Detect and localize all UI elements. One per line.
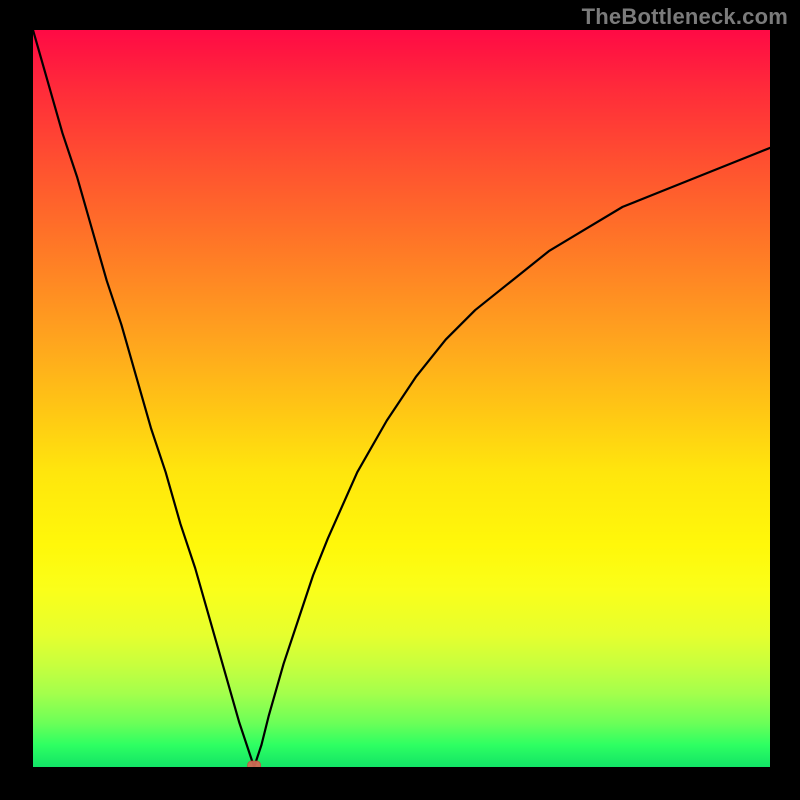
watermark-text: TheBottleneck.com <box>582 4 788 30</box>
chart-frame: TheBottleneck.com <box>0 0 800 800</box>
curve-layer <box>33 30 770 767</box>
curve-min-marker <box>248 761 261 767</box>
plot-area <box>33 30 770 767</box>
bottleneck-curve <box>33 30 770 767</box>
